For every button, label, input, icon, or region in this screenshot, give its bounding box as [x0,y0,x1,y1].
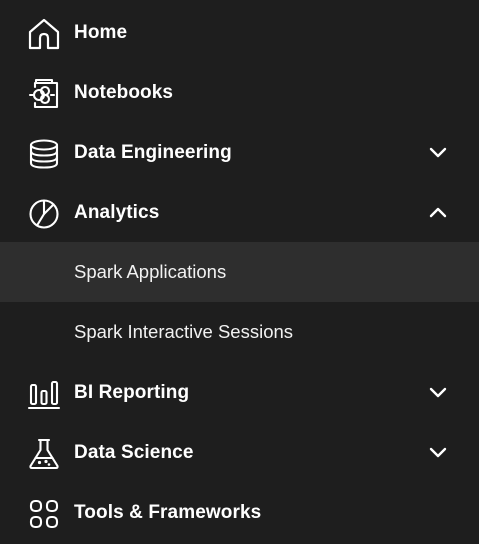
database-icon [27,137,61,171]
nav-item-analytics-label: Analytics [74,202,160,223]
nav-item-bi-reporting[interactable]: BI Reporting [0,363,479,423]
sub-item-spark-interactive-sessions-label: Spark Interactive Sessions [74,321,294,342]
notebook-icon [27,77,61,111]
nav-item-bi-reporting-label: BI Reporting [74,382,190,403]
grid-icon [27,497,61,531]
nav-item-data-engineering-label: Data Engineering [74,142,232,163]
nav-item-data-engineering[interactable]: Data Engineering [0,123,479,183]
home-icon [27,17,61,51]
chevron-down-icon[interactable] [426,441,450,465]
chevron-down-icon[interactable] [426,381,450,405]
nav-item-tools-frameworks-label: Tools & Frameworks [74,502,262,523]
nav-item-data-science-label: Data Science [74,442,194,463]
nav-item-tools-frameworks[interactable]: Tools & Frameworks [0,483,479,543]
nav-item-notebooks[interactable]: Notebooks [0,63,479,123]
chevron-down-icon[interactable] [426,141,450,165]
nav-item-analytics[interactable]: Analytics [0,183,479,243]
nav-item-home-label: Home [74,22,128,43]
nav-item-data-science[interactable]: Data Science [0,423,479,483]
nav-item-notebooks-label: Notebooks [74,82,174,103]
sidebar-nav: Home Notebooks Data Engineering Analytic… [0,0,479,544]
nav-item-home[interactable]: Home [0,3,479,63]
pie-chart-icon [27,197,61,231]
chevron-up-icon[interactable] [426,201,450,225]
sub-item-spark-applications[interactable]: Spark Applications [0,242,479,302]
sub-item-spark-interactive-sessions[interactable]: Spark Interactive Sessions [0,302,479,362]
bar-chart-icon [27,377,61,411]
sub-item-spark-applications-label: Spark Applications [74,261,227,282]
flask-icon [27,437,61,471]
